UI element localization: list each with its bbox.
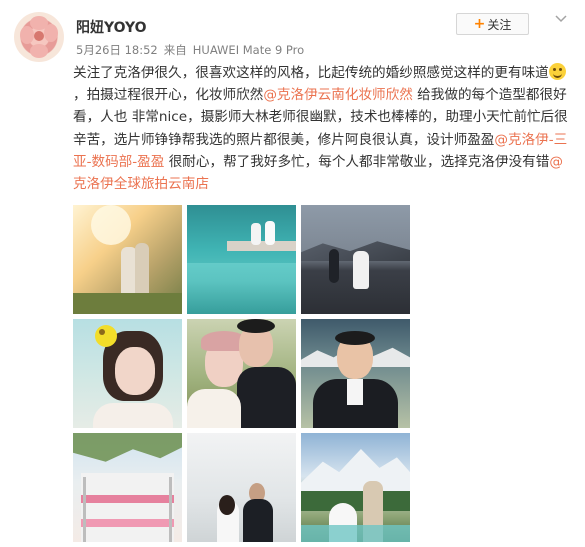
username[interactable]: 阳妞YOYO	[76, 17, 147, 37]
photo-couple-window-light[interactable]	[187, 433, 296, 542]
post-meta: 5月26日 18:52 来自 HUAWEI Mate 9 Pro	[76, 42, 310, 58]
photo-snow-mountain-couple[interactable]	[301, 433, 410, 542]
device-name[interactable]: HUAWEI Mate 9 Pro	[193, 43, 304, 57]
grin-emoji-icon	[548, 63, 566, 80]
chevron-down-icon[interactable]	[553, 13, 569, 25]
post-text: 关注了克洛伊很久，很喜欢这样的风格，比起传统的婚纱照感觉这样的更有味道 ，拍摄过程…	[73, 62, 573, 195]
follow-button[interactable]: + 关注	[456, 13, 529, 35]
photo-couple-embrace-closeup[interactable]	[187, 319, 296, 428]
plus-icon: +	[473, 16, 486, 32]
post-text-part-4: 很耐心，帮了我好多忙，每个人都非常敬业，选择克洛伊没有错	[164, 153, 550, 170]
photo-sunlit-garden-couple[interactable]	[73, 205, 182, 314]
post-text-part-2: ，拍摄过程很开心，化妆师欣然	[73, 87, 264, 104]
photo-groom-bowtie-portrait[interactable]	[301, 319, 410, 428]
photo-bride-flower-crown[interactable]	[73, 319, 182, 428]
post-date[interactable]: 5月26日 18:52	[76, 43, 158, 57]
source-prefix: 来自	[163, 43, 187, 57]
follow-label: 关注	[487, 17, 512, 32]
photo-blue-lake-pier-couple[interactable]	[187, 205, 296, 314]
avatar[interactable]	[14, 12, 64, 62]
mention-makeup-artist[interactable]: @克洛伊云南化妆师欣然	[263, 87, 413, 103]
photo-flower-balcony[interactable]	[73, 433, 182, 542]
post-text-part-1: 关注了克洛伊很久，很喜欢这样的风格，比起传统的婚纱照感觉这样的更有味道	[73, 65, 549, 81]
photo-road-mountain-couple[interactable]	[301, 205, 410, 314]
